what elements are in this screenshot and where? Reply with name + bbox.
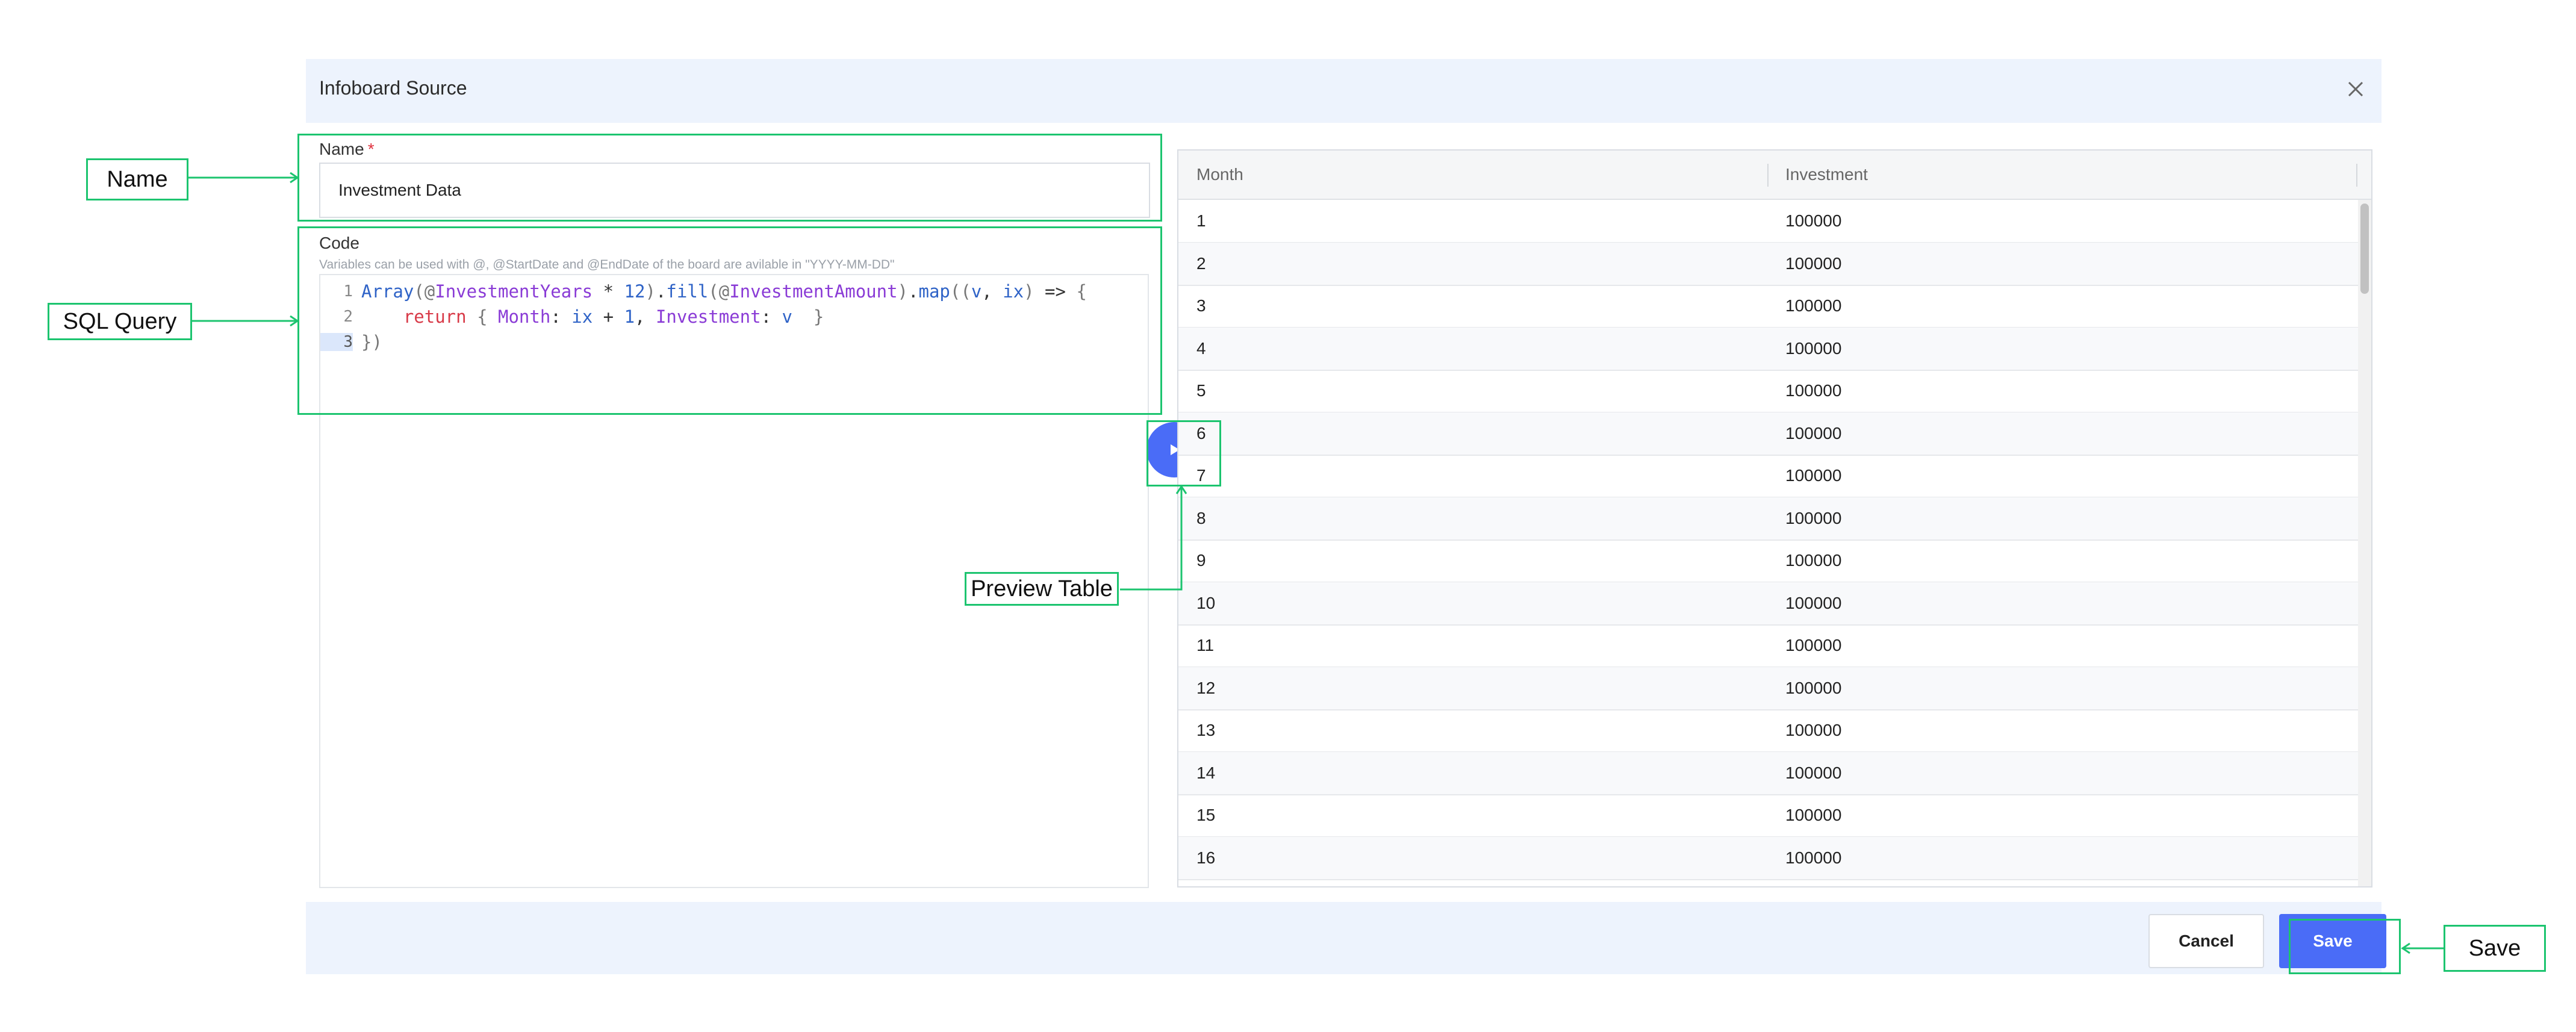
annotation-run-box — [1146, 420, 1221, 486]
annotation-label-sql-query: SQL Query — [48, 303, 192, 340]
annotation-label-name: Name — [86, 158, 188, 200]
annotation-save-box — [2289, 919, 2401, 974]
annotation-label-save: Save — [2444, 925, 2546, 972]
annotation-label-preview-table: Preview Table — [965, 572, 1119, 606]
annotation-code-box — [297, 226, 1162, 415]
annotation-name-box — [297, 134, 1162, 222]
